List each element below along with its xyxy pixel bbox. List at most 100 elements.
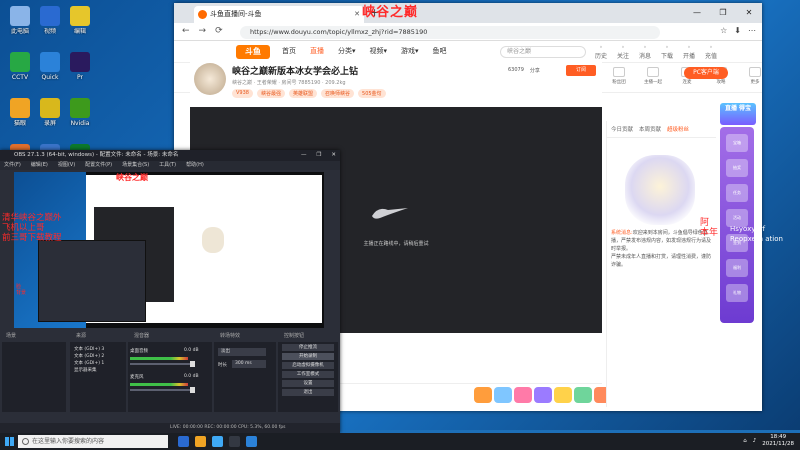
taskbar-app-icon[interactable]: [212, 436, 223, 447]
header-icon-0[interactable]: ◦ 历史: [594, 44, 608, 60]
promo-item[interactable]: 礼物: [726, 284, 748, 302]
promo-banner[interactable]: 直播 得宝: [720, 103, 756, 125]
url-input[interactable]: https://www.douyu.com/topic/yllmxz_zhj?r…: [240, 26, 660, 39]
maximize-button[interactable]: ❐: [710, 3, 736, 23]
gift-icon[interactable]: [494, 387, 512, 403]
minimize-button[interactable]: —: [684, 3, 710, 23]
favorite-icon[interactable]: ☆: [720, 26, 727, 35]
header-icon-label: 消息: [638, 53, 651, 60]
obs-menu-item[interactable]: 帮助(H): [186, 161, 204, 170]
gift-icon[interactable]: [534, 387, 552, 403]
subscribe-button[interactable]: 订阅: [566, 65, 596, 76]
control-button[interactable]: 退出: [282, 389, 334, 396]
taskbar-app-icon[interactable]: [178, 436, 189, 447]
source-item[interactable]: 显示器采集: [74, 367, 126, 374]
site-search-input[interactable]: 峡谷之巅: [500, 46, 586, 58]
room-tag[interactable]: V938: [232, 89, 253, 98]
source-item[interactable]: 文本 (GDI+) 2: [74, 353, 126, 360]
obs-menu-item[interactable]: 配置文件(P): [85, 161, 112, 170]
control-button[interactable]: 设置: [282, 380, 334, 387]
room-tag[interactable]: 英雄联盟: [288, 89, 317, 98]
gift-icon[interactable]: [474, 387, 492, 403]
clock[interactable]: 18:49 2021/11/28: [762, 434, 794, 448]
room-tag[interactable]: 505金句: [358, 89, 386, 98]
category-item[interactable]: 主播一起: [638, 67, 668, 85]
scenes-list[interactable]: [2, 342, 66, 412]
obs-menu-item[interactable]: 视图(V): [58, 161, 75, 170]
site-menu-item[interactable]: 鱼吧: [433, 46, 447, 56]
pc-client-button[interactable]: PC客户端: [684, 67, 728, 79]
room-tag[interactable]: 峡谷最强: [256, 89, 285, 98]
taskbar: 在这里输入你要搜索的内容 ⌂ ♪ 18:49 2021/11/28: [0, 433, 800, 450]
site-menu-item[interactable]: 游戏▾: [401, 46, 419, 56]
site-menu-item[interactable]: 分类▾: [338, 46, 356, 56]
obs-status-bar: LIVE: 00:00:00 REC: 00:00:00 CPU: 5.3%, …: [0, 423, 340, 433]
control-button[interactable]: 停止推流: [282, 344, 334, 351]
control-button[interactable]: 开始录制: [282, 353, 334, 360]
obs-preview[interactable]: 峡谷之巅 脸背景: [14, 172, 324, 328]
streamer-avatar[interactable]: [194, 63, 226, 95]
more-icon[interactable]: ⋯: [748, 26, 756, 35]
taskbar-app-icon[interactable]: [246, 436, 257, 447]
promo-item[interactable]: 任务: [726, 184, 748, 202]
browser-tab[interactable]: 斗鱼直播间-斗鱼 ✕: [194, 6, 364, 23]
volume-slider[interactable]: [130, 387, 195, 393]
obs-menu-item[interactable]: 文件(F): [4, 161, 21, 170]
header-icon-2[interactable]: ◦ 消息: [638, 44, 652, 60]
duration-input[interactable]: 300 ms: [232, 360, 266, 368]
obs-maximize-button[interactable]: ❐: [316, 150, 321, 161]
category-item[interactable]: 更多: [740, 67, 762, 85]
close-button[interactable]: ✕: [736, 3, 762, 23]
promo-item[interactable]: 福利: [726, 259, 748, 277]
desktop-icon[interactable]: Pr: [62, 52, 98, 92]
taskbar-search-input[interactable]: 在这里输入你要搜索的内容: [18, 435, 168, 448]
obs-menu-item[interactable]: 编辑(E): [31, 161, 48, 170]
desktop-icon[interactable]: Nvidia: [62, 98, 98, 138]
volume-knob[interactable]: [190, 387, 195, 393]
gift-icon[interactable]: [554, 387, 572, 403]
chat-tab[interactable]: 本周贡献: [639, 125, 661, 133]
share-link[interactable]: 分享: [530, 67, 540, 74]
douyu-logo[interactable]: 斗鱼: [236, 45, 270, 59]
gift-icon[interactable]: [514, 387, 532, 403]
chat-tab[interactable]: 超级粉丝: [667, 125, 689, 133]
site-menu-item[interactable]: 直播: [310, 46, 324, 56]
sources-list[interactable]: 文本 (GDI+) 3 文本 (GDI+) 2 文本 (GDI+) 1 显示器采集: [70, 342, 126, 412]
header-icon-3[interactable]: ◦ 下载: [660, 44, 674, 60]
promo-item[interactable]: 抽奖: [726, 159, 748, 177]
header-icon-5[interactable]: ◦ 充值: [704, 44, 718, 60]
obs-menu-item[interactable]: 场景集合(S): [122, 161, 149, 170]
source-item[interactable]: 文本 (GDI+) 3: [74, 346, 126, 353]
control-button[interactable]: 启动虚拟摄像机: [282, 362, 334, 369]
header-glyph-icon: ◦: [599, 44, 603, 51]
obs-minimize-button[interactable]: —: [301, 150, 307, 161]
source-item[interactable]: 文本 (GDI+) 1: [74, 360, 126, 367]
chat-tab[interactable]: 今日贡献: [611, 125, 633, 133]
volume-icon[interactable]: ♪: [753, 438, 757, 444]
taskbar-app-icon[interactable]: [229, 436, 240, 447]
gift-icon[interactable]: [574, 387, 592, 403]
back-icon[interactable]: ←: [182, 26, 190, 36]
volume-knob[interactable]: [190, 361, 195, 367]
transition-select[interactable]: 淡出: [218, 348, 266, 356]
header-icon-1[interactable]: ◦ 关注: [616, 44, 630, 60]
control-button[interactable]: 工作室模式: [282, 371, 334, 378]
taskbar-app-icon[interactable]: [195, 436, 206, 447]
refresh-icon[interactable]: ⟳: [215, 26, 223, 36]
header-icon-4[interactable]: ◦ 开播: [682, 44, 696, 60]
network-icon[interactable]: ⌂: [743, 438, 747, 444]
overlay-red-line: 本年: [700, 228, 719, 238]
close-tab-icon[interactable]: ✕: [354, 6, 360, 23]
forward-icon[interactable]: →: [199, 26, 207, 36]
volume-slider[interactable]: [130, 361, 195, 367]
obs-close-button[interactable]: ✕: [331, 150, 336, 161]
promo-item[interactable]: 宝箱: [726, 134, 748, 152]
obs-menu-item[interactable]: 工具(T): [159, 161, 176, 170]
start-button[interactable]: [0, 433, 18, 450]
site-menu-item[interactable]: 视频▾: [370, 46, 388, 56]
room-tag[interactable]: 召唤师峡谷: [321, 89, 355, 98]
desktop-icon[interactable]: 编辑: [62, 6, 98, 46]
category-item[interactable]: 粉丝团: [604, 67, 634, 85]
site-menu-item[interactable]: 首页: [282, 46, 296, 56]
download-icon[interactable]: ⬇: [734, 26, 741, 35]
